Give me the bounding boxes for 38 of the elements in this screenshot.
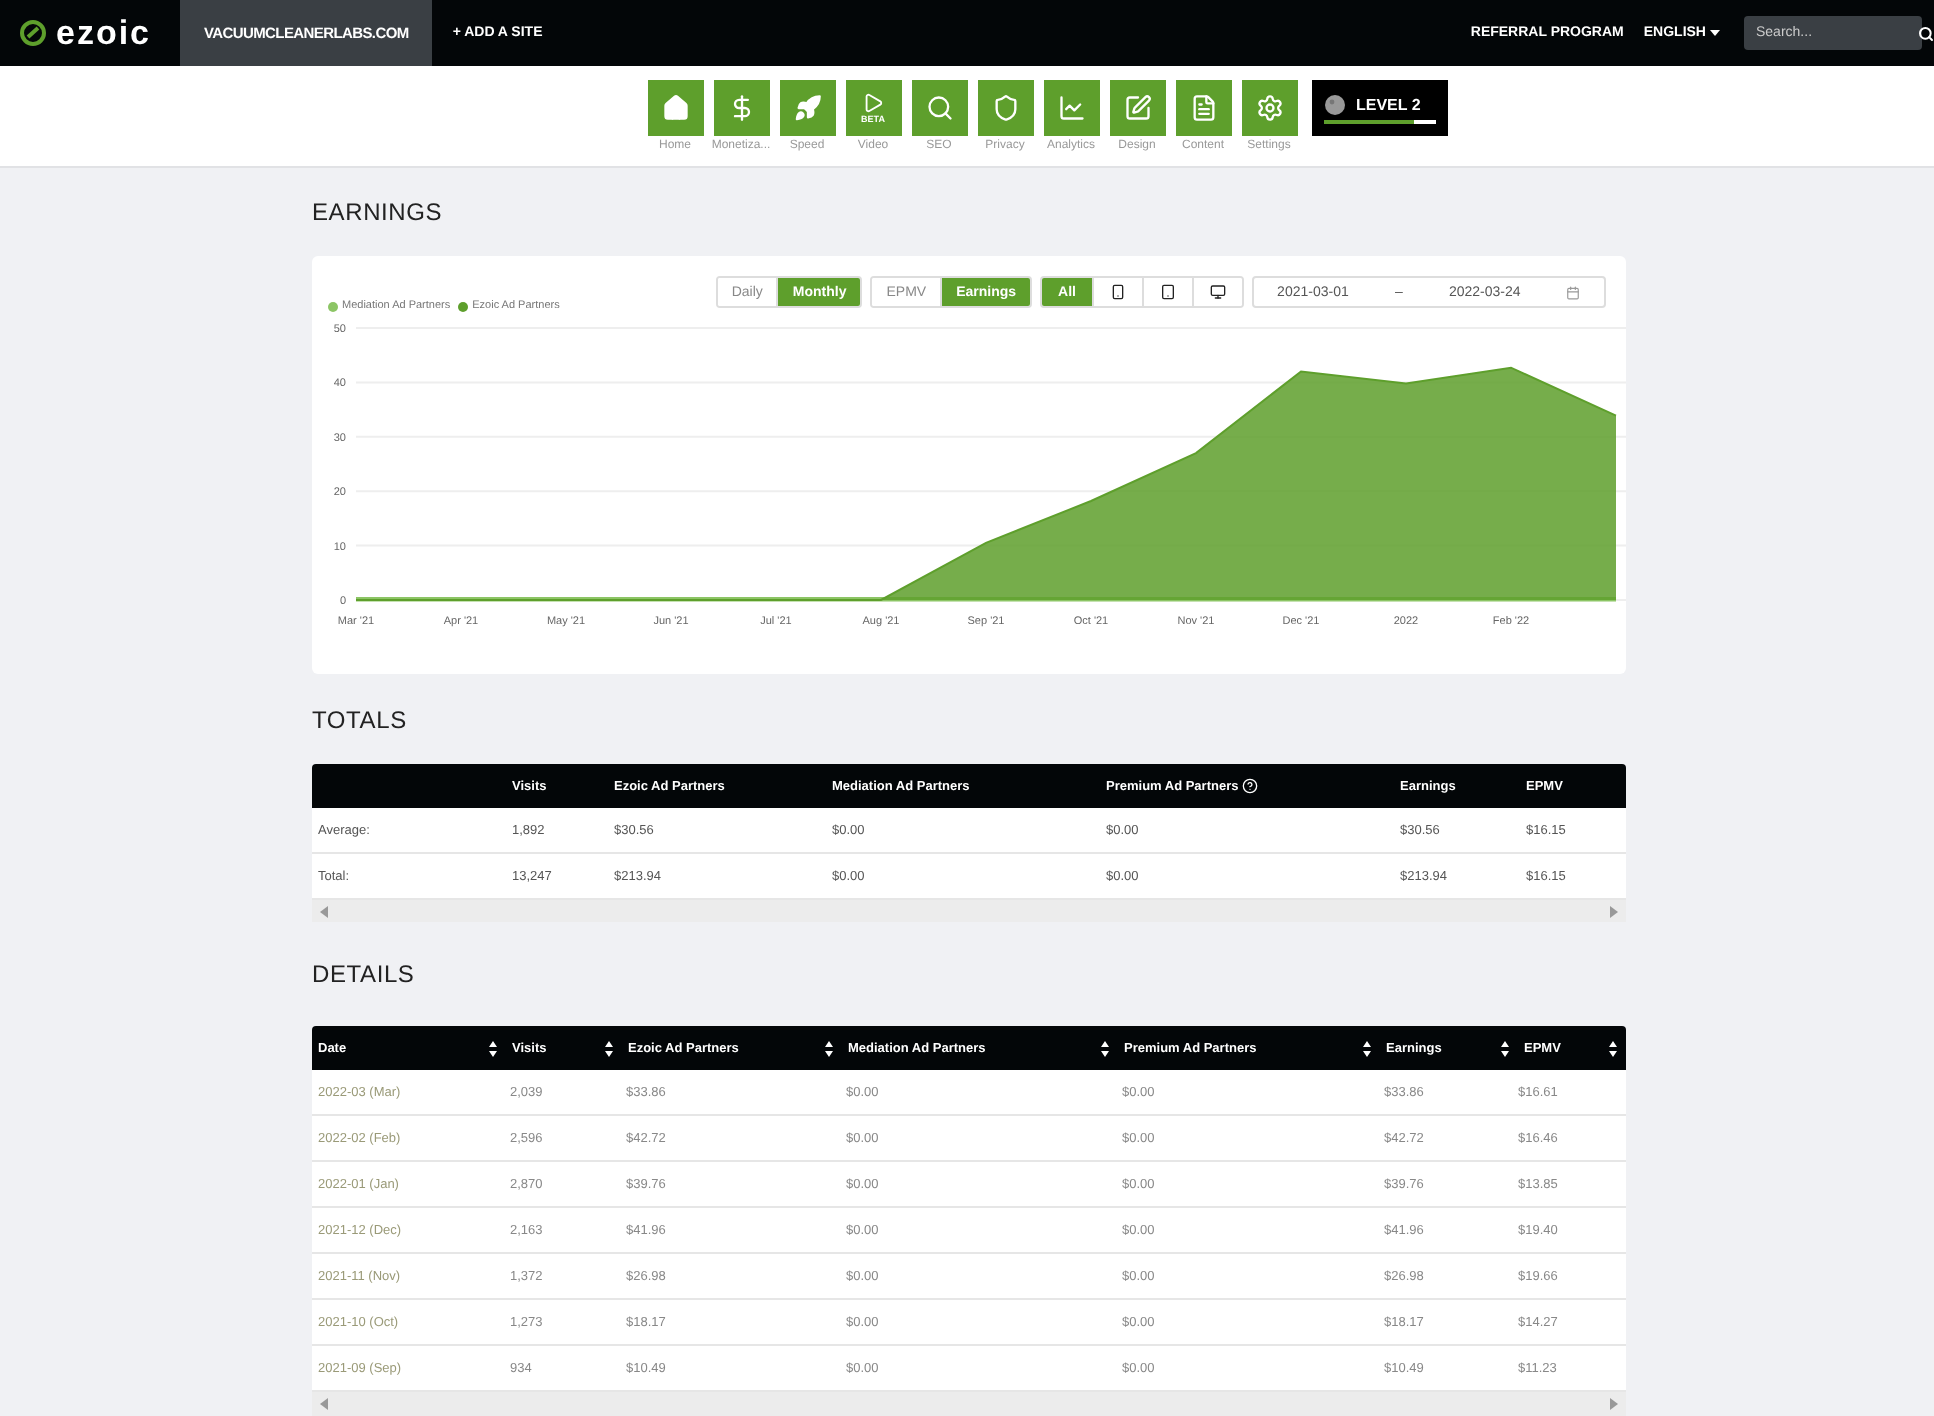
search-icon xyxy=(925,94,953,122)
section-title: DETAILS xyxy=(312,958,417,992)
video-icon xyxy=(862,92,884,114)
home-icon xyxy=(661,94,689,122)
horizontal-scrollbar[interactable] xyxy=(312,1392,1626,1416)
sort-icon xyxy=(1362,1039,1372,1057)
desktop-icon xyxy=(1210,284,1226,300)
calendar-icon xyxy=(1566,285,1581,299)
rocket-icon xyxy=(793,94,821,122)
sort-icon xyxy=(824,1039,834,1057)
logo-text: ezoic xyxy=(56,13,152,53)
search-icon[interactable] xyxy=(1918,25,1934,41)
chart-icon xyxy=(1057,94,1085,122)
horizontal-scrollbar[interactable] xyxy=(312,900,1626,922)
design-icon xyxy=(1123,94,1151,122)
sort-icon xyxy=(488,1039,498,1057)
help-icon[interactable] xyxy=(1242,778,1259,794)
scroll-right-icon xyxy=(1610,905,1618,917)
settings-icon xyxy=(1255,94,1283,122)
section-title: EARNINGS xyxy=(312,196,445,230)
sort-icon xyxy=(604,1039,614,1057)
logo-icon xyxy=(20,20,46,46)
shield-icon xyxy=(991,94,1019,122)
sort-icon xyxy=(1100,1039,1110,1057)
phone-icon xyxy=(1110,284,1126,300)
level-text: LEVEL 2 xyxy=(1356,95,1421,113)
caret-icon xyxy=(1710,30,1720,36)
sort-icon xyxy=(1500,1039,1510,1057)
moon-icon xyxy=(1324,93,1346,115)
section-title: TOTALS xyxy=(312,703,409,737)
sort-icon xyxy=(1608,1039,1618,1057)
content-icon xyxy=(1189,94,1217,122)
device-toggle[interactable] xyxy=(1192,278,1242,306)
level-badge[interactable]: LEVEL 2 xyxy=(1312,80,1448,136)
tablet-icon xyxy=(1160,284,1176,300)
scroll-right-icon xyxy=(1610,1398,1618,1410)
scroll-left-icon xyxy=(320,1398,328,1410)
scroll-left-icon xyxy=(320,905,328,917)
